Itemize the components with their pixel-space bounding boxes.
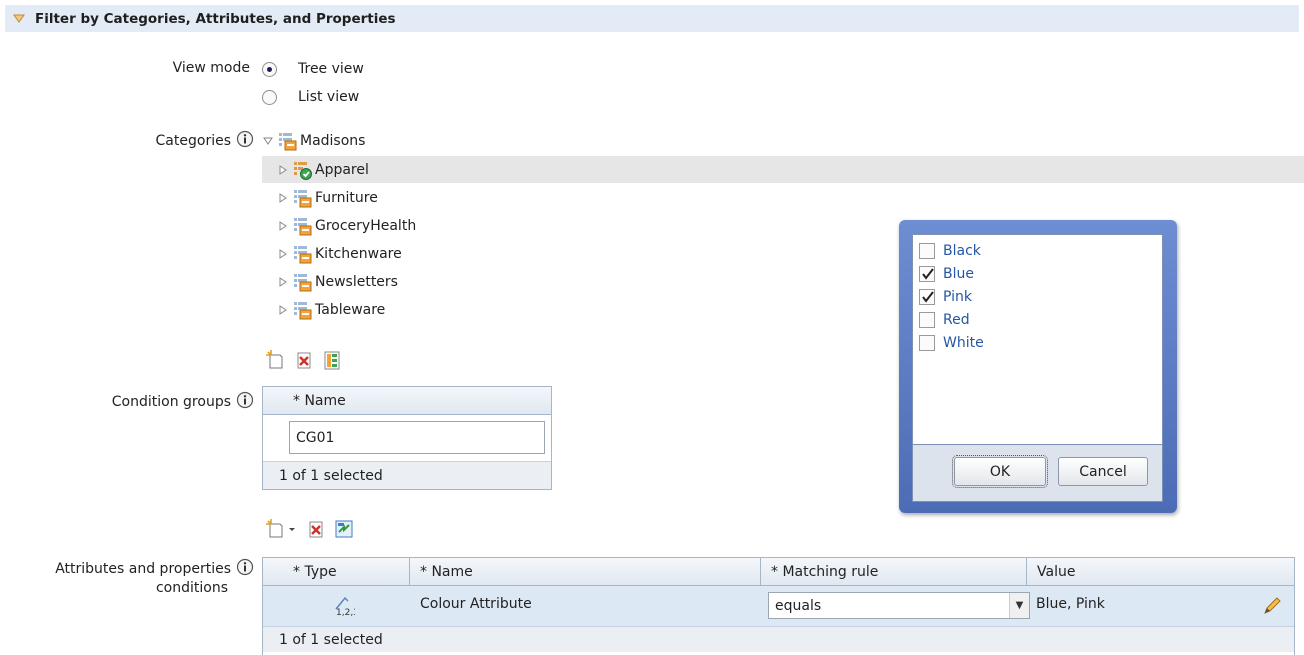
condition-groups-table: * Name CG01 1 of 1 selected xyxy=(262,386,552,490)
category-icon xyxy=(294,273,312,291)
category-icon xyxy=(294,245,312,263)
delete-icon[interactable] xyxy=(305,518,327,540)
category-icon xyxy=(294,217,312,235)
edit-pencil-icon[interactable] xyxy=(1261,595,1283,617)
checkbox-label[interactable]: Pink xyxy=(943,289,972,305)
cancel-button[interactable]: Cancel xyxy=(1058,457,1148,486)
ok-button[interactable]: OK xyxy=(952,455,1048,488)
attribute-value: Blue, Pink xyxy=(1036,596,1105,612)
checkmark-icon xyxy=(922,268,934,280)
checkbox-label[interactable]: Black xyxy=(943,243,981,259)
category-icon xyxy=(294,189,312,207)
radio-button-selected[interactable] xyxy=(262,61,277,77)
column-header-name[interactable]: * Name xyxy=(410,558,761,585)
table-header: * Type * Name * Matching rule Value xyxy=(263,558,1294,586)
checkbox-label[interactable]: White xyxy=(943,335,984,351)
checkbox-checked[interactable] xyxy=(919,266,935,282)
collapsed-triangle-icon[interactable] xyxy=(277,304,289,316)
radio-label: List view xyxy=(298,89,360,105)
collapsed-triangle-icon[interactable] xyxy=(277,220,289,232)
info-icon[interactable] xyxy=(236,130,254,148)
condition-groups-label-text: Condition groups xyxy=(111,394,231,410)
properties-icon[interactable] xyxy=(321,349,343,371)
table-footer: 1 of 1 selected xyxy=(263,461,551,489)
section-title: Filter by Categories, Attributes, and Pr… xyxy=(35,10,396,27)
table-header: * Name xyxy=(263,387,551,415)
dropdown-arrow-icon[interactable] xyxy=(287,518,297,540)
condition-groups-toolbar xyxy=(265,349,349,371)
checkbox-option-blue[interactable]: Blue xyxy=(919,264,974,284)
categories-label: Categories xyxy=(156,130,254,149)
collapse-triangle-icon[interactable] xyxy=(13,13,25,25)
radio-button[interactable] xyxy=(262,89,277,105)
tree-item-label: GroceryHealth xyxy=(315,217,417,234)
attributes-toolbar xyxy=(265,518,361,540)
radio-tree-view[interactable]: Tree view xyxy=(262,59,364,79)
checkbox[interactable] xyxy=(919,312,935,328)
matching-rule-select[interactable]: equals ▼ xyxy=(768,592,1030,619)
column-header-name[interactable]: * Name xyxy=(263,387,551,414)
checkbox-option-red[interactable]: Red xyxy=(919,310,970,330)
new-item-icon[interactable] xyxy=(265,349,287,371)
attribute-name: Colour Attribute xyxy=(420,596,532,612)
checkmark-icon xyxy=(922,291,934,303)
dialog-button-bar: OK Cancel xyxy=(912,445,1163,502)
view-mode-label: View mode xyxy=(172,60,250,76)
table-row[interactable]: 1,2,3 Colour Attribute equals ▼ Blue, Pi… xyxy=(263,586,1294,626)
value-selection-dialog: Black Blue Pink Red White OK Cancel xyxy=(899,220,1177,513)
tree-item-label: Apparel xyxy=(315,161,369,178)
expanded-triangle-icon[interactable] xyxy=(262,135,274,147)
collapsed-triangle-icon[interactable] xyxy=(277,192,289,204)
find-icon[interactable] xyxy=(333,518,355,540)
name-input[interactable]: CG01 xyxy=(289,421,545,454)
collapsed-triangle-icon[interactable] xyxy=(277,248,289,260)
tree-item-label: Furniture xyxy=(315,189,378,206)
tree-root-madisons[interactable]: Madisons xyxy=(262,130,365,152)
table-footer: 1 of 1 selected xyxy=(263,626,1294,652)
section-header[interactable]: Filter by Categories, Attributes, and Pr… xyxy=(5,5,1299,32)
info-icon[interactable] xyxy=(236,558,254,576)
tree-item-label: Tableware xyxy=(315,301,386,318)
checkbox[interactable] xyxy=(919,243,935,259)
value-checkbox-list: Black Blue Pink Red White xyxy=(912,234,1163,445)
collapsed-triangle-icon[interactable] xyxy=(277,164,289,176)
tree-item-furniture[interactable]: Furniture xyxy=(262,184,1304,211)
column-header-value[interactable]: Value xyxy=(1027,558,1294,585)
numeric-type-icon: 1,2,3 xyxy=(335,596,355,617)
checkbox-option-pink[interactable]: Pink xyxy=(919,287,972,307)
column-header-type[interactable]: * Type xyxy=(263,558,410,585)
radio-list-view[interactable]: List view xyxy=(262,87,359,107)
checkbox-label[interactable]: Red xyxy=(943,312,970,328)
tree-item-apparel[interactable]: Apparel xyxy=(262,156,1304,183)
condition-groups-label: Condition groups xyxy=(112,391,254,410)
delete-icon[interactable] xyxy=(293,349,315,371)
catalog-icon xyxy=(279,133,297,151)
select-value: equals xyxy=(775,597,822,614)
svg-text:1,2,3: 1,2,3 xyxy=(336,608,355,617)
tree-item-label: Newsletters xyxy=(315,273,398,290)
attributes-label-line1: Attributes and properties xyxy=(55,561,231,577)
info-icon[interactable] xyxy=(236,391,254,409)
attributes-table: * Type * Name * Matching rule Value 1,2,… xyxy=(262,557,1295,655)
category-icon xyxy=(294,301,312,319)
checkbox-option-black[interactable]: Black xyxy=(919,241,981,261)
checkbox-option-white[interactable]: White xyxy=(919,333,984,353)
attributes-label: Attributes and properties conditions xyxy=(55,558,254,598)
tree-item-label: Kitchenware xyxy=(315,245,402,262)
column-header-matching-rule[interactable]: * Matching rule xyxy=(761,558,1027,585)
checkbox-label[interactable]: Blue xyxy=(943,266,974,282)
table-row[interactable]: CG01 xyxy=(263,415,551,461)
chevron-down-icon[interactable]: ▼ xyxy=(1009,593,1029,618)
attributes-label-line2: conditions xyxy=(155,580,228,596)
tree-root-label: Madisons xyxy=(300,133,366,149)
checkbox-checked[interactable] xyxy=(919,289,935,305)
categories-label-text: Categories xyxy=(155,133,231,149)
new-item-icon[interactable] xyxy=(265,518,287,540)
radio-label: Tree view xyxy=(298,61,364,77)
category-checked-icon xyxy=(294,161,312,180)
collapsed-triangle-icon[interactable] xyxy=(277,276,289,288)
checkbox[interactable] xyxy=(919,335,935,351)
